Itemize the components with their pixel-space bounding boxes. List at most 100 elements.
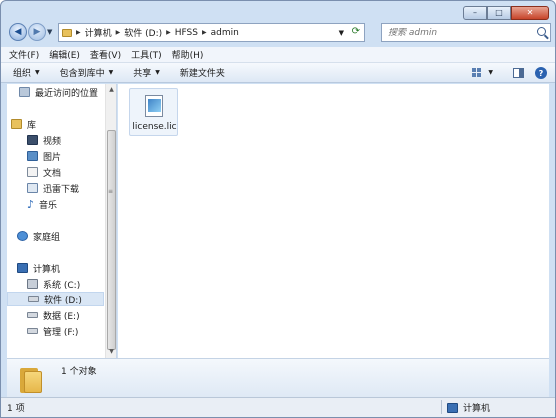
new-folder-button[interactable]: 新建文件夹 bbox=[180, 66, 225, 79]
item-count-summary: 1 个对象 bbox=[61, 367, 97, 377]
menu-tools[interactable]: 工具(T) bbox=[131, 48, 162, 61]
menu-edit[interactable]: 编辑(E) bbox=[49, 48, 80, 61]
picture-icon bbox=[27, 151, 38, 161]
file-name: license.lic bbox=[132, 122, 177, 132]
window-controls: – □ ✕ bbox=[463, 6, 549, 20]
scrollbar-grip-icon: ≡ bbox=[108, 188, 114, 195]
menu-view[interactable]: 查看(V) bbox=[90, 48, 121, 61]
nav-videos-label: 视频 bbox=[43, 136, 62, 147]
preview-pane-icon[interactable] bbox=[513, 68, 524, 78]
nav-computer[interactable]: 计算机 bbox=[17, 261, 60, 275]
nav-library-label: 库 bbox=[27, 120, 37, 131]
address-dropdown-icon[interactable]: ▼ bbox=[339, 29, 344, 37]
breadcrumb-admin[interactable]: admin bbox=[211, 28, 239, 38]
recent-pages-dropdown-icon[interactable]: ▼ bbox=[47, 28, 52, 36]
forward-button[interactable]: ▶ bbox=[28, 23, 46, 41]
nav-videos[interactable]: 视频 bbox=[27, 133, 61, 147]
include-in-library-button[interactable]: 包含到库中 ▼ bbox=[60, 66, 114, 79]
recent-places-icon bbox=[19, 87, 30, 97]
scrollbar-thumb[interactable] bbox=[107, 130, 116, 350]
library-icon bbox=[11, 119, 22, 129]
maximize-icon: □ bbox=[495, 8, 503, 17]
chevron-down-icon: ▼ bbox=[35, 69, 40, 76]
navigation-pane: 最近访问的位置 库 视频 图片 文档 迅雷下载 ♪ 音乐 家庭组 计算机 系统 … bbox=[7, 84, 117, 358]
breadcrumb-separator-icon[interactable]: ▶ bbox=[166, 29, 171, 36]
include-library-label: 包含到库中 bbox=[59, 69, 105, 79]
help-icon[interactable]: ? bbox=[535, 67, 547, 79]
drive-icon bbox=[28, 296, 39, 302]
nav-drive-c[interactable]: 系统 (C:) bbox=[27, 277, 80, 291]
minimize-icon: – bbox=[473, 8, 477, 17]
nav-homegroup[interactable]: 家庭组 bbox=[17, 229, 60, 243]
back-button[interactable]: ◀ bbox=[9, 23, 27, 41]
breadcrumb-separator-icon[interactable]: ▶ bbox=[76, 29, 81, 36]
organize-label: 组织 bbox=[13, 69, 32, 79]
breadcrumb-hfss[interactable]: HFSS bbox=[175, 28, 198, 38]
chevron-down-icon: ▼ bbox=[155, 69, 160, 76]
video-icon bbox=[27, 135, 38, 145]
nav-drive-d[interactable]: 软件 (D:) bbox=[7, 292, 104, 306]
breadcrumb-computer[interactable]: 计算机 bbox=[85, 26, 112, 39]
homegroup-icon bbox=[17, 231, 28, 241]
refresh-icon[interactable]: ⟳ bbox=[352, 26, 360, 37]
music-icon: ♪ bbox=[27, 197, 35, 211]
nav-drive-f[interactable]: 管理 (F:) bbox=[27, 324, 78, 338]
address-bar[interactable]: ▶ 计算机 ▶ 软件 (D:) ▶ HFSS ▶ admin ▼ ⟳ bbox=[58, 23, 365, 42]
scroll-up-icon[interactable]: ▲ bbox=[106, 84, 116, 96]
computer-icon bbox=[447, 402, 458, 413]
close-button[interactable]: ✕ bbox=[511, 6, 549, 20]
back-arrow-icon: ◀ bbox=[14, 27, 22, 37]
search-input[interactable] bbox=[388, 27, 528, 38]
computer-icon bbox=[17, 263, 28, 273]
new-folder-label: 新建文件夹 bbox=[179, 69, 225, 79]
share-label: 共享 bbox=[133, 69, 152, 79]
chevron-down-icon: ▼ bbox=[108, 69, 114, 76]
organize-button[interactable]: 组织 ▼ bbox=[13, 66, 40, 79]
nav-drive-f-label: 管理 (F:) bbox=[43, 327, 79, 338]
status-location-label: 计算机 bbox=[463, 404, 491, 414]
menu-file[interactable]: 文件(F) bbox=[9, 48, 39, 61]
address-row: ◀ ▶ ▼ ▶ 计算机 ▶ 软件 (D:) ▶ HFSS ▶ admin ▼ ⟳ bbox=[7, 23, 551, 43]
document-icon bbox=[27, 167, 38, 177]
menu-bar: 文件(F) 编辑(E) 查看(V) 工具(T) 帮助(H) bbox=[1, 47, 555, 63]
nav-thunder-downloads[interactable]: 迅雷下载 bbox=[27, 181, 79, 195]
file-list-area[interactable]: license.lic bbox=[118, 84, 549, 358]
file-item[interactable]: license.lic bbox=[129, 88, 178, 136]
breadcrumb-separator-icon[interactable]: ▶ bbox=[202, 29, 207, 36]
drive-icon bbox=[27, 328, 38, 334]
breadcrumb-separator-icon[interactable]: ▶ bbox=[116, 29, 121, 36]
license-file-icon bbox=[145, 95, 163, 117]
nav-pictures[interactable]: 图片 bbox=[27, 149, 61, 163]
nav-documents[interactable]: 文档 bbox=[27, 165, 61, 179]
nav-recent-places[interactable]: 最近访问的位置 bbox=[19, 85, 98, 99]
search-icon[interactable] bbox=[537, 27, 546, 36]
menu-help[interactable]: 帮助(H) bbox=[172, 48, 204, 61]
scroll-down-icon[interactable]: ▼ bbox=[106, 346, 116, 358]
explorer-window: – □ ✕ ◀ ▶ ▼ ▶ 计算机 ▶ 软件 (D:) ▶ HFSS ▶ adm… bbox=[0, 0, 556, 418]
forward-arrow-icon: ▶ bbox=[33, 27, 41, 37]
search-box[interactable] bbox=[381, 23, 551, 42]
nav-drive-c-label: 系统 (C:) bbox=[43, 280, 81, 291]
navigation-scrollbar[interactable]: ▲ ≡ ▼ bbox=[105, 84, 116, 358]
change-view-icon[interactable] bbox=[472, 68, 483, 77]
details-pane: 1 个对象 bbox=[7, 358, 549, 397]
nav-computer-label: 计算机 bbox=[33, 264, 61, 275]
command-bar: 组织 ▼ 包含到库中 ▼ 共享 ▼ 新建文件夹 ▼ ? bbox=[1, 63, 555, 83]
nav-music-label: 音乐 bbox=[39, 200, 58, 211]
nav-thunder-label: 迅雷下载 bbox=[43, 184, 80, 195]
nav-recent-label: 最近访问的位置 bbox=[35, 88, 99, 99]
status-bar: 1 项 计算机 bbox=[1, 397, 555, 417]
drive-icon bbox=[27, 312, 38, 318]
share-button[interactable]: 共享 ▼ bbox=[133, 66, 160, 79]
nav-drive-e[interactable]: 数据 (E:) bbox=[27, 308, 80, 322]
maximize-button[interactable]: □ bbox=[487, 6, 511, 20]
nav-pictures-label: 图片 bbox=[43, 152, 62, 163]
breadcrumb-drive-d[interactable]: 软件 (D:) bbox=[124, 26, 162, 39]
folder-icon bbox=[62, 28, 72, 37]
close-icon: ✕ bbox=[526, 8, 534, 17]
nav-music[interactable]: ♪ 音乐 bbox=[27, 197, 57, 211]
status-location: 计算机 bbox=[447, 401, 490, 414]
minimize-button[interactable]: – bbox=[463, 6, 487, 20]
view-options-dropdown-icon[interactable]: ▼ bbox=[488, 69, 493, 76]
nav-libraries[interactable]: 库 bbox=[11, 117, 36, 131]
